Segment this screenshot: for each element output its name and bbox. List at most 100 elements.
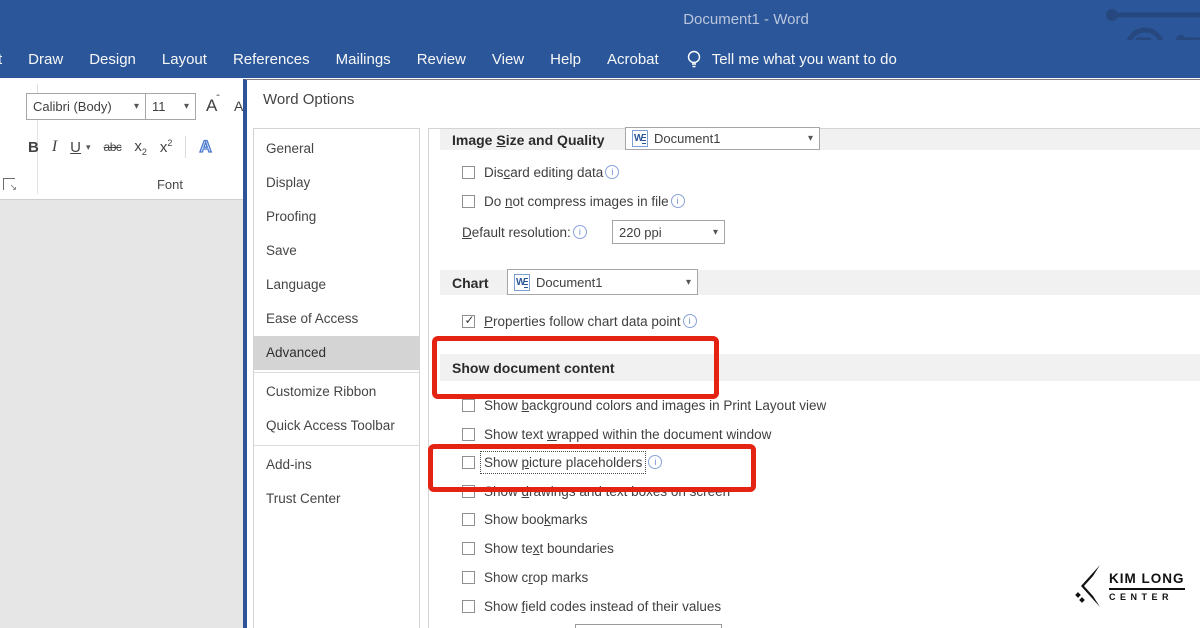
default-resolution-label: Default resolution: xyxy=(462,225,571,240)
cutoff-dropdown[interactable] xyxy=(575,624,722,628)
checkbox-do-not-compress[interactable] xyxy=(462,195,475,208)
checkbox-label-focused: Show picture placeholders xyxy=(484,455,642,470)
logo-line1: KIM LONG xyxy=(1109,571,1185,586)
row-show-text-boundaries: Show text boundaries xyxy=(462,538,614,558)
checkbox-properties-follow-chart[interactable]: ✓ xyxy=(462,315,475,328)
row-show-crop-marks: Show crop marks xyxy=(462,567,588,587)
underline-button[interactable]: U xyxy=(70,139,81,156)
sidebar-item-language[interactable]: Language xyxy=(254,268,419,302)
checkbox-show-bookmarks[interactable] xyxy=(462,513,475,526)
sidebar-separator xyxy=(254,372,419,373)
sidebar-item-advanced[interactable]: Advanced xyxy=(254,336,419,370)
checkbox-show-background-colors[interactable] xyxy=(462,399,475,412)
kim-long-center-logo: KIM LONG CENTER xyxy=(1074,563,1185,609)
image-size-target-dropdown[interactable]: W Document1 ▾ xyxy=(625,127,820,150)
row-show-bookmarks: Show bookmarks xyxy=(462,509,588,529)
ribbon-tab-references[interactable]: References xyxy=(233,51,310,68)
ribbon-tab-bar: t Draw Design Layout References Mailings… xyxy=(0,40,1200,78)
checkbox-show-drawings[interactable] xyxy=(462,485,475,498)
section-header-image-size: Image Size and Quality xyxy=(440,129,1200,150)
checkbox-label: Show drawings and text boxes on screen xyxy=(484,484,730,499)
row-show-text-wrapped: Show text wrapped within the document wi… xyxy=(462,424,771,444)
info-icon[interactable]: i xyxy=(605,165,619,179)
info-icon[interactable]: i xyxy=(683,314,697,328)
default-resolution-dropdown[interactable]: 220 ppi ▾ xyxy=(612,220,725,244)
sidebar-item-save[interactable]: Save xyxy=(254,234,419,268)
chevron-down-icon: ▾ xyxy=(808,133,813,144)
italic-button[interactable]: I xyxy=(52,138,57,156)
checkbox-show-text-boundaries[interactable] xyxy=(462,542,475,555)
chevron-down-icon[interactable]: ▾ xyxy=(134,101,139,112)
info-icon[interactable]: i xyxy=(671,194,685,208)
ribbon-tab-help[interactable]: Help xyxy=(550,51,581,68)
row-do-not-compress: Do not compress images in file i xyxy=(462,191,685,211)
ribbon-tab-design[interactable]: Design xyxy=(89,51,136,68)
sidebar-separator xyxy=(254,445,419,446)
chevron-logo-mark xyxy=(1074,563,1102,609)
font-name-value: Calibri (Body) xyxy=(33,99,112,114)
ribbon-tab-acrobat[interactable]: Acrobat xyxy=(607,51,659,68)
ribbon-tab-review[interactable]: Review xyxy=(417,51,466,68)
sidebar-item-ease-of-access[interactable]: Ease of Access xyxy=(254,302,419,336)
chevron-down-icon: ▾ xyxy=(713,227,718,238)
word-document-icon: W xyxy=(632,130,648,147)
font-name-combobox[interactable]: Calibri (Body) ▾ xyxy=(26,93,146,120)
sidebar-item-quick-access-toolbar[interactable]: Quick Access Toolbar xyxy=(254,409,419,443)
ribbon-tab-view[interactable]: View xyxy=(492,51,524,68)
row-discard-editing-data: Discard editing data i xyxy=(462,162,619,182)
ribbon-tab-draw[interactable]: Draw xyxy=(28,51,63,68)
checkbox-label: Show bookmarks xyxy=(484,512,588,527)
options-sidebar: General Display Proofing Save Language E… xyxy=(253,128,420,628)
info-icon[interactable]: i xyxy=(648,455,662,469)
bold-button[interactable]: B xyxy=(28,139,39,156)
sidebar-item-display[interactable]: Display xyxy=(254,166,419,200)
sidebar-item-trust-center[interactable]: Trust Center xyxy=(254,482,419,516)
sidebar-item-proofing[interactable]: Proofing xyxy=(254,200,419,234)
grow-font-button[interactable]: Aˆ xyxy=(206,94,220,116)
screenshot-canvas: Document1 - Word t Draw Design Layout Re… xyxy=(0,0,1200,628)
checkbox-show-field-codes[interactable] xyxy=(462,600,475,613)
text-effects-button[interactable]: A xyxy=(199,137,211,157)
checkbox-show-picture-placeholders[interactable] xyxy=(462,456,475,469)
underline-dropdown-icon[interactable]: ▾ xyxy=(86,142,91,153)
ribbon-tab-layout[interactable]: Layout xyxy=(162,51,207,68)
ribbon-tab-mailings[interactable]: Mailings xyxy=(336,51,391,68)
ribbon-tab-insert-cutoff[interactable]: t xyxy=(0,51,2,68)
dropdown-value: Document1 xyxy=(536,275,602,290)
checkbox-label: Properties follow chart data point xyxy=(484,314,681,329)
dropdown-value: Document1 xyxy=(654,131,720,146)
info-icon[interactable]: i xyxy=(573,225,587,239)
checkbox-discard-editing-data[interactable] xyxy=(462,166,475,179)
chevron-down-icon: ▾ xyxy=(686,277,691,288)
checkbox-label: Show text wrapped within the document wi… xyxy=(484,427,771,442)
section-header-show-document-content: Show document content xyxy=(440,354,1200,381)
shrink-font-button[interactable]: A xyxy=(234,98,243,114)
checkbox-label: Show text boundaries xyxy=(484,541,614,556)
font-group-label: Font xyxy=(110,177,230,192)
font-size-value: 11 xyxy=(152,99,166,114)
check-icon: ✓ xyxy=(463,313,476,327)
tell-me-box[interactable]: Tell me what you want to do xyxy=(685,48,897,70)
row-show-field-codes: Show field codes instead of their values xyxy=(462,596,721,616)
sidebar-item-customize-ribbon[interactable]: Customize Ribbon xyxy=(254,375,419,409)
sidebar-item-add-ins[interactable]: Add-ins xyxy=(254,448,419,482)
window-title: Document1 - Word xyxy=(646,11,846,28)
row-properties-follow-chart: ✓ Properties follow chart data point i xyxy=(462,311,697,331)
logo-divider xyxy=(1109,588,1185,590)
row-show-drawings: Show drawings and text boxes on screen xyxy=(462,481,730,501)
logo-line2: CENTER xyxy=(1109,592,1185,602)
word-document-icon: W xyxy=(514,274,530,291)
dialog-launcher-icon[interactable]: ↘ xyxy=(3,178,15,190)
subscript-button[interactable]: x2 xyxy=(134,138,147,157)
strikethrough-button[interactable]: abc xyxy=(104,140,122,154)
checkbox-show-crop-marks[interactable] xyxy=(462,571,475,584)
checkbox-label: Show background colors and images in Pri… xyxy=(484,398,826,413)
chevron-down-icon[interactable]: ▾ xyxy=(184,101,189,112)
sidebar-item-general[interactable]: General xyxy=(254,132,419,166)
checkbox-label: Discard editing data xyxy=(484,165,603,180)
superscript-button[interactable]: x2 xyxy=(160,138,173,156)
chart-target-dropdown[interactable]: W Document1 ▾ xyxy=(507,269,698,295)
checkbox-show-text-wrapped[interactable] xyxy=(462,428,475,441)
font-size-combobox[interactable]: 11 ▾ xyxy=(145,93,196,120)
dialog-title: Word Options xyxy=(263,91,354,108)
